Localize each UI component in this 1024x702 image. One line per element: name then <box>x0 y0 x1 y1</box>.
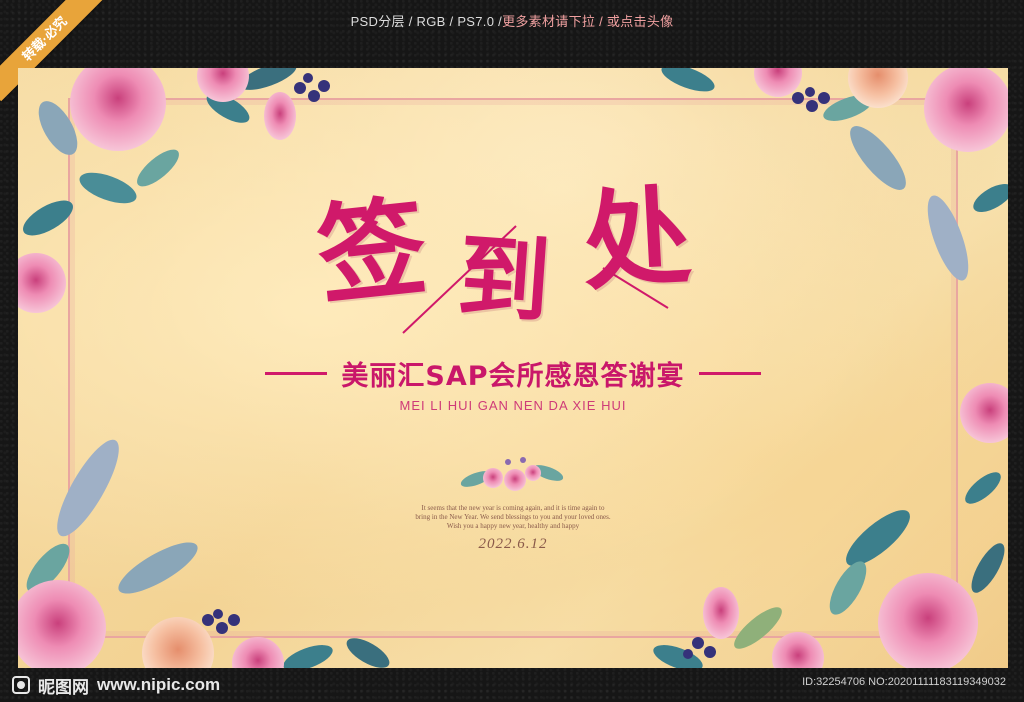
image-id-text: ID:32254706 NO:20201111183119349032 <box>802 676 1006 688</box>
poster-title: 签 到 处 <box>308 174 728 338</box>
poster-subtitle: 美丽汇SAP会所感恩答谢宴 <box>341 361 685 392</box>
poster-canvas: 签 到 处 美丽汇SAP会所感恩答谢宴 MEI LI HUI GAN NEN D… <box>18 68 1008 668</box>
blessing-line: It seems that the new year is coming aga… <box>421 504 605 512</box>
leaf-icon <box>965 472 1001 504</box>
logo-site: www.nipic.com <box>97 675 221 694</box>
subtitle-dash-left <box>265 372 328 375</box>
subtitle-row: 美丽汇SAP会所感恩答谢宴 <box>18 354 1008 393</box>
info-prefix: PSD分层 / RGB / PS7.0 / <box>350 13 503 29</box>
blessing-text: It seems that the new year is coming aga… <box>348 504 678 531</box>
rose-icon <box>197 68 249 102</box>
info-bar: PSD分层 / RGB / PS7.0 / 更多素材请下拉 / 或点击头像 <box>0 0 1024 40</box>
blessing-line: Wish you a happy new year, healthy and h… <box>446 522 580 530</box>
rose-icon <box>18 253 66 313</box>
site-logo[interactable]: 昵图网 www.nipic.com <box>12 672 220 698</box>
title-char: 签 <box>311 183 433 321</box>
poster-pinyin: MEI LI HUI GAN NEN DA XIE HUI <box>399 398 627 413</box>
subtitle-dash-right <box>698 372 761 375</box>
info-highlight[interactable]: 更多素材请下拉 / 或点击头像 <box>502 11 673 30</box>
rose-icon <box>232 637 284 668</box>
poster-date: 2022.6.12 <box>478 536 548 552</box>
title-char: 到 <box>454 221 554 337</box>
logo-text: 昵图网 <box>38 677 89 697</box>
berry-icon <box>683 637 716 659</box>
title-char: 处 <box>579 174 695 306</box>
logo-icon <box>12 676 30 694</box>
rose-icon <box>754 68 802 97</box>
blessing-line: bring in the New Year. We send blessings… <box>415 513 611 521</box>
